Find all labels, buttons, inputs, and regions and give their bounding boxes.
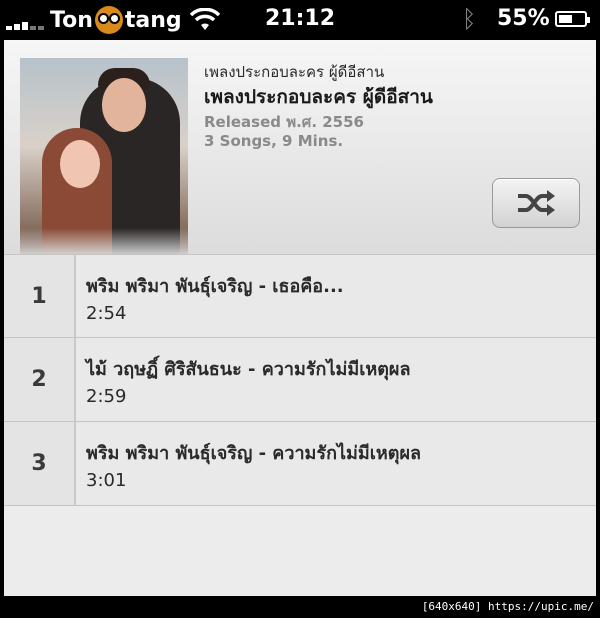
album-title: เพลงประกอบละคร ผู้ดีอีสาน — [204, 86, 433, 108]
battery-icon — [555, 11, 590, 27]
shuffle-icon — [518, 190, 555, 216]
album-view: เพลงประกอบละคร ผู้ดีอีสาน เพลงประกอบละคร… — [4, 40, 596, 596]
track-list: 1 พริม พริมา พันธุ์เจริญ - เธอคือ... 2:5… — [4, 254, 596, 506]
track-duration: 2:59 — [86, 386, 127, 407]
album-artist: เพลงประกอบละคร ผู้ดีอีสาน — [204, 63, 385, 81]
track-row[interactable]: 3 พริม พริมา พันธุ์เจริญ - ความรักไม่มีเ… — [4, 422, 596, 506]
album-header: เพลงประกอบละคร ผู้ดีอีสาน เพลงประกอบละคร… — [4, 40, 596, 254]
track-title: พริม พริมา พันธุ์เจริญ - ความรักไม่มีเหต… — [86, 443, 422, 464]
battery-percent: 55% — [497, 6, 550, 31]
watermark: [640x640] https://upic.me/ — [421, 600, 594, 613]
track-number: 3 — [4, 422, 76, 505]
track-number: 2 — [4, 338, 76, 421]
shuffle-button[interactable] — [492, 178, 580, 228]
bluetooth-icon: ᛒ — [462, 5, 477, 33]
track-title: พริม พริมา พันธุ์เจริญ - เธอคือ... — [86, 276, 344, 297]
track-number: 1 — [4, 255, 76, 337]
track-duration: 2:54 — [86, 303, 127, 324]
status-bar: Ton tang 21:12 ᛒ 55% — [0, 0, 600, 40]
track-row[interactable]: 1 พริม พริมา พันธุ์เจริญ - เธอคือ... 2:5… — [4, 254, 596, 338]
album-song-count: 3 Songs, 9 Mins. — [204, 132, 344, 150]
album-released: Released พ.ศ. 2556 — [204, 113, 364, 131]
track-title: ไม้ วฤษฏิ์ ศิริสันธนะ - ความรักไม่มีเหตุ… — [86, 359, 411, 380]
track-row[interactable]: 2 ไม้ วฤษฏิ์ ศิริสันธนะ - ความรักไม่มีเห… — [4, 338, 596, 422]
album-artwork — [20, 58, 188, 254]
track-duration: 3:01 — [86, 470, 127, 491]
